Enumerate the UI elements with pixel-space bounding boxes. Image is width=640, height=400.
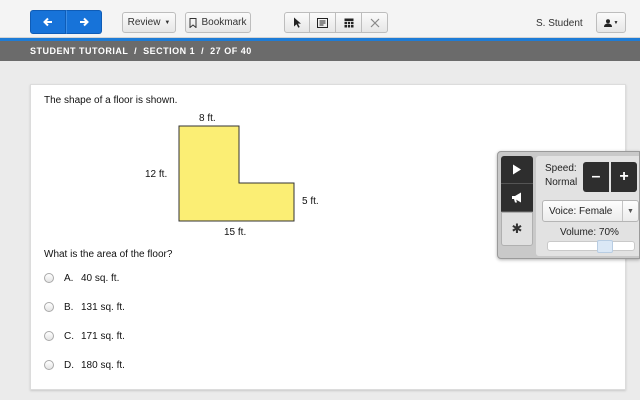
bookmark-icon — [189, 17, 197, 28]
question-prompt: What is the area of the floor? — [44, 249, 173, 260]
bookmark-button[interactable]: Bookmark — [185, 12, 251, 33]
speech-options: Speed: Normal – + Voice: Female ▼ Volume… — [536, 156, 639, 256]
speak-selection-button[interactable] — [501, 184, 533, 212]
nav-group — [30, 10, 102, 34]
user-menu-button[interactable]: ▼ — [596, 12, 626, 33]
answer-option-d[interactable]: D. 180 sq. ft. — [44, 358, 125, 372]
answer-option-c[interactable]: C. 171 sq. ft. — [44, 329, 125, 343]
option-text: 171 sq. ft. — [81, 330, 125, 342]
review-label: Review — [127, 17, 161, 28]
option-text: 40 sq. ft. — [81, 272, 120, 284]
arrow-left-icon — [43, 17, 52, 27]
radio-button[interactable] — [44, 331, 54, 341]
answer-option-b[interactable]: B. 131 sq. ft. — [44, 300, 125, 314]
speech-settings-button[interactable]: ✱ — [501, 212, 533, 246]
option-letter: B. — [64, 301, 74, 313]
option-text: 131 sq. ft. — [81, 301, 125, 313]
caret-down-icon: ▼ — [622, 201, 638, 221]
gear-icon: ✱ — [511, 221, 523, 236]
radio-button[interactable] — [44, 273, 54, 283]
speed-increase-button[interactable]: + — [611, 162, 637, 192]
forward-button[interactable] — [66, 10, 102, 34]
dimension-top: 8 ft. — [199, 113, 216, 124]
volume-label: Volume: 70% — [560, 227, 619, 238]
section-breadcrumb: STUDENT TUTORIAL / SECTION 1 / 27 OF 40 — [0, 41, 640, 61]
dimension-right: 5 ft. — [302, 196, 319, 207]
student-name: S. Student — [536, 18, 583, 29]
voice-select[interactable]: Voice: Female ▼ — [542, 200, 639, 222]
play-icon — [513, 164, 521, 175]
dimension-bottom: 15 ft. — [224, 227, 247, 238]
top-toolbar: Review ▼ Bookmark S. Student ▼ — [0, 0, 640, 38]
tool-group — [284, 12, 388, 33]
radio-button[interactable] — [44, 360, 54, 370]
option-letter: D. — [64, 359, 74, 371]
play-button[interactable] — [501, 156, 533, 184]
option-text: 180 sq. ft. — [81, 359, 125, 371]
eliminator-icon — [370, 18, 379, 27]
dimension-left: 12 ft. — [145, 169, 168, 180]
review-button[interactable]: Review ▼ — [122, 12, 176, 33]
answer-option-a[interactable]: A. 40 sq. ft. — [44, 271, 119, 285]
calculator-tool-button[interactable] — [336, 12, 362, 33]
caret-down-icon: ▼ — [613, 19, 619, 26]
volume-slider-handle[interactable] — [597, 240, 613, 253]
l-shaped-floor — [178, 125, 295, 222]
user-icon — [603, 18, 612, 27]
note-icon — [317, 17, 328, 28]
voice-value: Voice: Female — [549, 205, 613, 217]
pointer-icon — [293, 17, 301, 28]
radio-button[interactable] — [44, 302, 54, 312]
back-button[interactable] — [30, 10, 66, 34]
arrow-right-icon — [80, 17, 89, 27]
speed-label: Speed: Normal — [545, 162, 577, 190]
note-tool-button[interactable] — [310, 12, 336, 33]
pointer-tool-button[interactable] — [284, 12, 310, 33]
eliminator-tool-button[interactable] — [362, 12, 388, 33]
speed-title: Speed: — [545, 163, 577, 174]
speed-decrease-button[interactable]: – — [583, 162, 609, 192]
caret-down-icon: ▼ — [164, 19, 171, 26]
option-letter: C. — [64, 330, 74, 342]
megaphone-icon — [511, 192, 521, 203]
calculator-icon — [344, 18, 353, 27]
speech-controls: ✱ — [501, 156, 533, 246]
speed-value: Normal — [545, 177, 578, 188]
option-letter: A. — [64, 272, 74, 284]
volume-slider[interactable] — [547, 240, 635, 253]
bookmark-label: Bookmark — [201, 17, 247, 28]
text-to-speech-panel: ✱ Speed: Normal – + Voice: Female ▼ Volu… — [497, 151, 640, 259]
